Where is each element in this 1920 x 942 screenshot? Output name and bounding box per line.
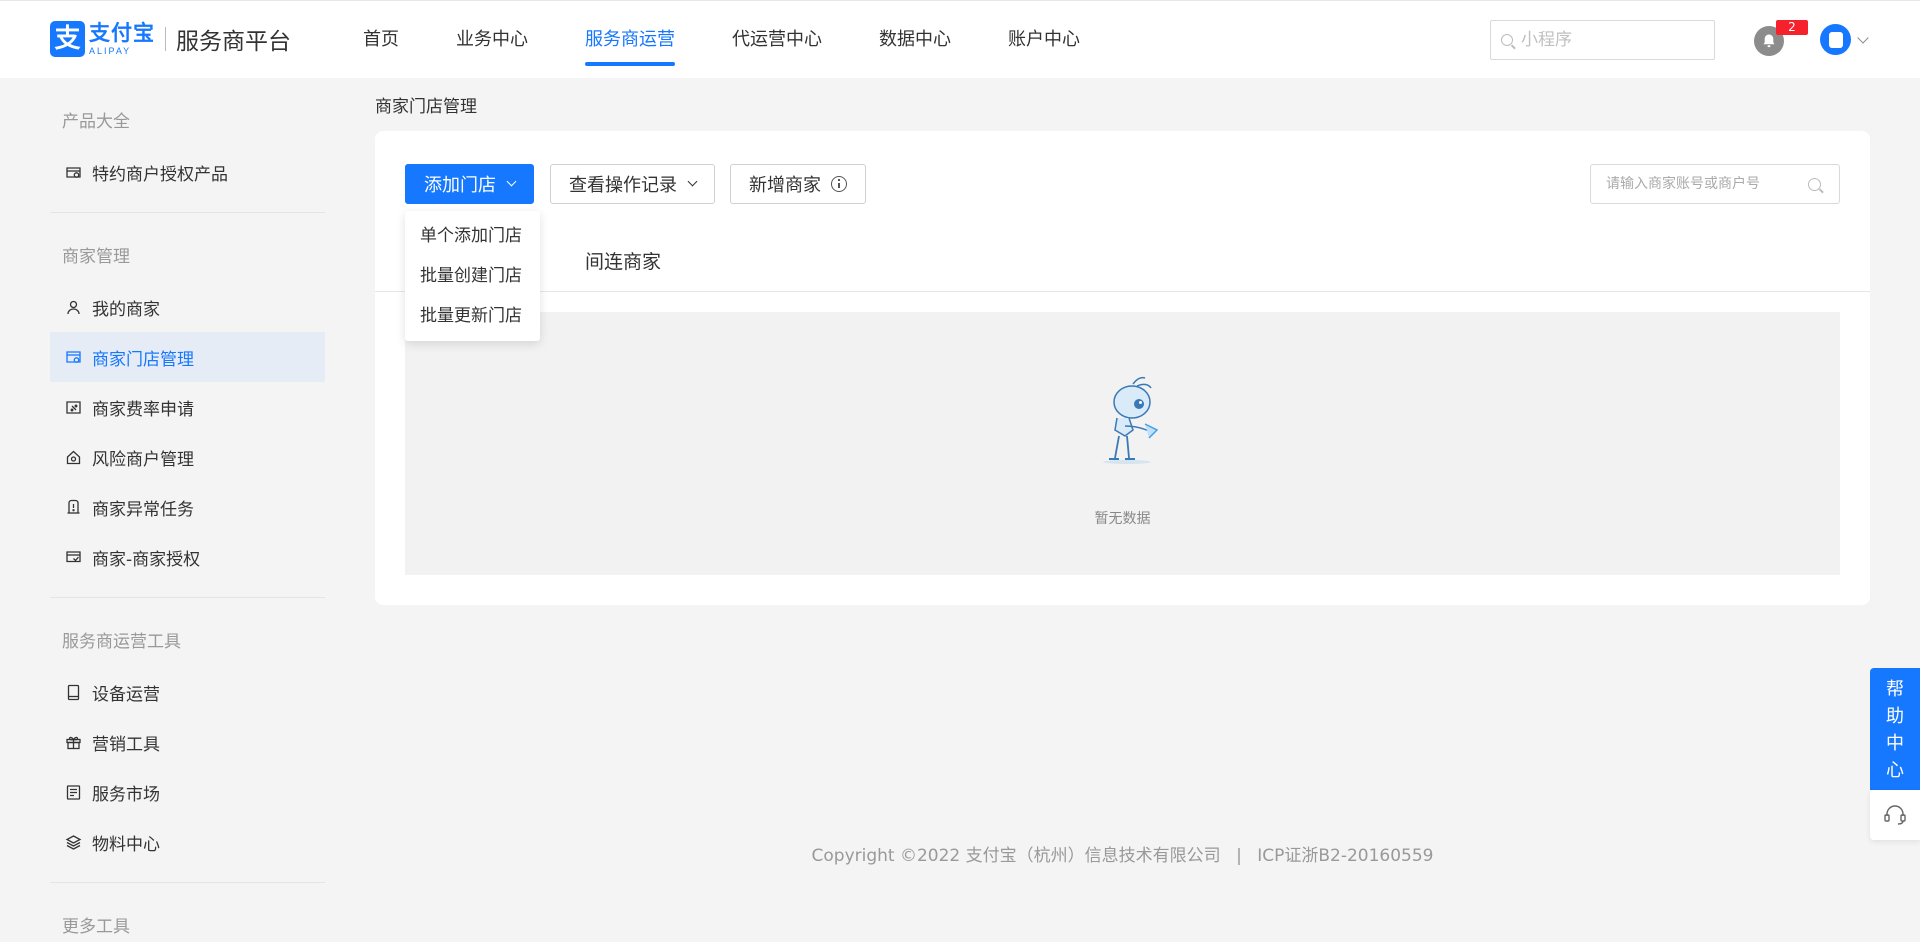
top-search-box[interactable] — [1490, 20, 1715, 60]
sidebar-item-service-market[interactable]: 服务市场 — [50, 767, 325, 817]
customer-service-button[interactable] — [1870, 790, 1920, 840]
sidebar-item-special-merchant-auth[interactable]: 特约商户授权产品 — [50, 147, 325, 197]
search-icon — [1501, 34, 1513, 46]
sidebar-group-operation-tools: 服务商运营工具 — [62, 632, 181, 652]
alipay-logo-icon: 支 — [50, 21, 85, 57]
platform-name: 服务商平台 — [176, 29, 291, 55]
sidebar-item-label: 商家-商家授权 — [92, 549, 201, 570]
empty-ant-icon — [1103, 376, 1159, 464]
nav-home[interactable]: 首页 — [363, 1, 399, 79]
nav-data-center[interactable]: 数据中心 — [879, 1, 951, 79]
footer-copyright: Copyright ©2022 支付宝（杭州）信息技术有限公司 — [811, 846, 1221, 866]
alert-flag-icon — [64, 499, 82, 515]
logo-divider — [165, 27, 166, 51]
sidebar-divider — [50, 212, 325, 213]
footer-icp[interactable]: ICP证浙B2-20160559 — [1257, 846, 1433, 866]
empty-state: 暂无数据 — [405, 312, 1840, 575]
help-center-button[interactable]: 帮 助 中 心 — [1870, 668, 1920, 790]
sidebar-item-my-merchants[interactable]: 我的商家 — [50, 282, 325, 332]
sidebar-divider — [50, 882, 325, 883]
add-merchant-label: 新增商家 — [749, 175, 821, 196]
sidebar-item-label: 特约商户授权产品 — [92, 164, 228, 185]
help-char: 帮 — [1886, 679, 1904, 700]
notification-badge: 2 — [1776, 20, 1808, 35]
store-settings-icon — [64, 349, 82, 365]
help-char: 中 — [1886, 733, 1904, 754]
sidebar-group-more-tools: 更多工具 — [62, 917, 130, 937]
sidebar-item-label: 营销工具 — [92, 734, 160, 755]
sidebar-item-label: 商家门店管理 — [92, 349, 194, 370]
authorize-icon — [64, 549, 82, 565]
sidebar-item-label: 我的商家 — [92, 299, 160, 320]
sidebar-item-label: 风险商户管理 — [92, 449, 194, 470]
sidebar: 产品大全 特约商户授权产品 商家管理 我的商家 商家门店管理 商家费率申请 风险… — [50, 78, 325, 942]
top-header: 支 支付宝 ALIPAY 服务商平台 首页 业务中心 服务商运营 代运营中心 数… — [0, 0, 1920, 78]
user-icon — [64, 299, 82, 315]
document-icon — [64, 784, 82, 800]
sidebar-item-marketing-tools[interactable]: 营销工具 — [50, 717, 325, 767]
empty-text: 暂无数据 — [1094, 511, 1151, 527]
merchant-search-box[interactable] — [1590, 164, 1840, 204]
sidebar-item-label: 商家异常任务 — [92, 499, 194, 520]
chevron-down-icon — [506, 176, 517, 187]
add-merchant-button[interactable]: 新增商家 — [730, 164, 866, 204]
sidebar-group-products: 产品大全 — [62, 112, 130, 132]
search-icon[interactable] — [1808, 177, 1821, 191]
sidebar-item-label: 商家费率申请 — [92, 399, 194, 420]
merchant-tabs: 间连商家 — [375, 236, 1870, 292]
add-store-button[interactable]: 添加门店 — [405, 164, 534, 204]
sidebar-item-label: 服务市场 — [92, 784, 160, 805]
avatar[interactable] — [1820, 24, 1851, 55]
sidebar-item-label: 设备运营 — [92, 684, 160, 705]
headset-icon — [1884, 805, 1906, 825]
dropdown-item-single-add[interactable]: 单个添加门店 — [405, 216, 540, 256]
store-management-card: 添加门店 查看操作记录 新增商家 间连商家 暂无数据 — [375, 131, 1870, 605]
alipay-wordmark: 支付宝 ALIPAY — [89, 20, 155, 56]
dropdown-item-batch-update[interactable]: 批量更新门店 — [405, 296, 540, 336]
alipay-en-text: ALIPAY — [89, 45, 132, 56]
top-search-input[interactable] — [1521, 30, 1701, 50]
sidebar-group-merchant-management: 商家管理 — [62, 247, 130, 267]
sidebar-item-rate-application[interactable]: 商家费率申请 — [50, 382, 325, 432]
sidebar-item-merchant-authorization[interactable]: 商家-商家授权 — [50, 532, 325, 582]
sidebar-item-store-management[interactable]: 商家门店管理 — [50, 332, 325, 382]
view-records-button[interactable]: 查看操作记录 — [550, 164, 715, 204]
page-title: 商家门店管理 — [375, 97, 477, 117]
layers-icon — [64, 834, 82, 850]
info-icon[interactable] — [831, 176, 847, 192]
sidebar-item-abnormal-tasks[interactable]: 商家异常任务 — [50, 482, 325, 532]
alipay-cn-text: 支付宝 — [89, 20, 155, 45]
help-char: 助 — [1886, 706, 1904, 727]
add-store-label: 添加门店 — [424, 175, 496, 196]
sidebar-divider — [50, 597, 325, 598]
store-license-icon — [64, 164, 82, 180]
alipay-logo[interactable]: 支 支付宝 ALIPAY 服务商平台 — [50, 21, 291, 57]
sidebar-item-risk-merchants[interactable]: 风险商户管理 — [50, 432, 325, 482]
nav-agent-operation-center[interactable]: 代运营中心 — [732, 1, 822, 79]
tab-indirect-merchants[interactable]: 间连商家 — [585, 236, 661, 288]
help-char: 心 — [1886, 760, 1904, 781]
view-records-label: 查看操作记录 — [569, 175, 677, 196]
nav-account-center[interactable]: 账户中心 — [1008, 1, 1080, 79]
dropdown-item-batch-create[interactable]: 批量创建门店 — [405, 256, 540, 296]
sidebar-item-device-operation[interactable]: 设备运营 — [50, 667, 325, 717]
sidebar-item-material-center[interactable]: 物料中心 — [50, 817, 325, 867]
nav-provider-operation[interactable]: 服务商运营 — [585, 1, 675, 79]
device-icon — [64, 684, 82, 700]
add-store-dropdown: 单个添加门店 批量创建门店 批量更新门店 — [405, 211, 540, 341]
chevron-down-icon — [687, 176, 698, 187]
help-center-widget[interactable]: 帮 助 中 心 — [1870, 668, 1920, 840]
nav-business-center[interactable]: 业务中心 — [456, 1, 528, 79]
chevron-down-icon[interactable] — [1857, 32, 1869, 44]
risk-home-icon — [64, 449, 82, 465]
main-nav: 首页 业务中心 服务商运营 代运营中心 数据中心 账户中心 — [363, 1, 1137, 79]
merchant-search-input[interactable] — [1606, 176, 1796, 192]
footer: Copyright ©2022 支付宝（杭州）信息技术有限公司 | ICP证浙B… — [375, 841, 1870, 866]
gift-icon — [64, 734, 82, 750]
footer-separator: | — [1236, 846, 1242, 866]
rate-icon — [64, 399, 82, 415]
sidebar-item-label: 物料中心 — [92, 834, 160, 855]
